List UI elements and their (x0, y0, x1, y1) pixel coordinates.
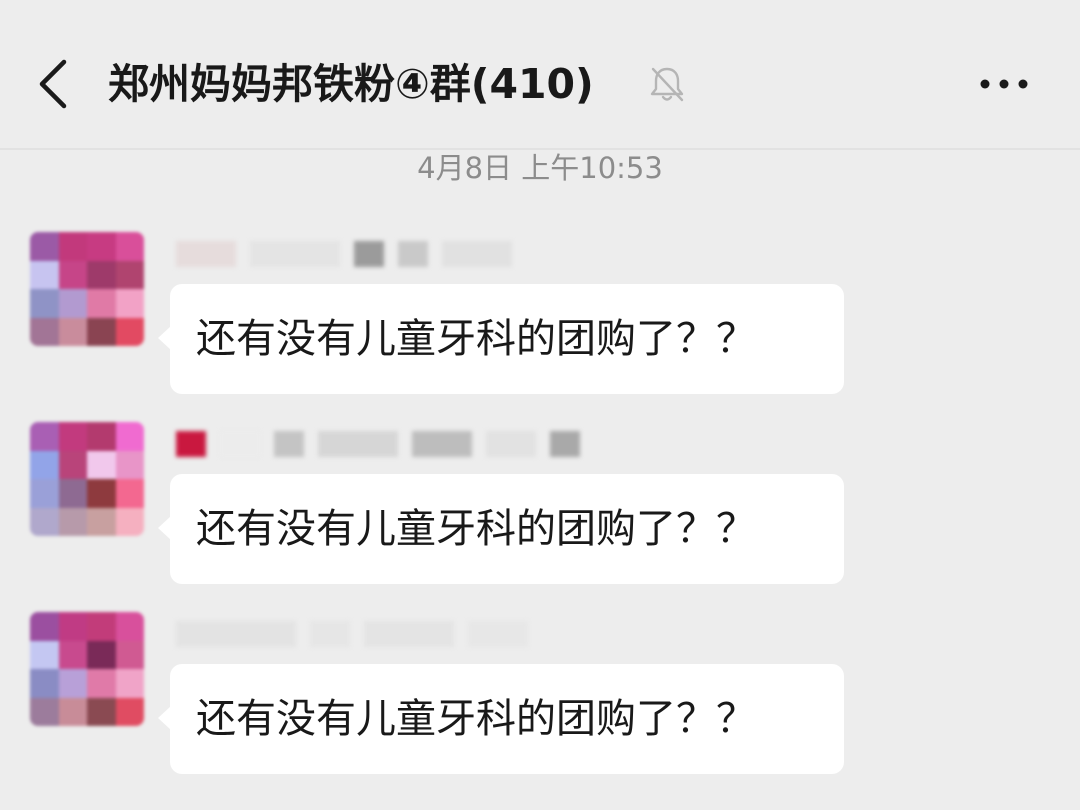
chat-screen: 郑州妈妈邦铁粉④群(410) 4月8日 上午10:53 还有没有儿童牙科的团购了… (0, 0, 1080, 810)
back-button[interactable] (30, 52, 80, 116)
chevron-left-icon (39, 59, 67, 109)
avatar[interactable] (30, 612, 144, 726)
chat-title: 郑州妈妈邦铁粉④群(410) (108, 60, 594, 108)
message-bubble[interactable]: 还有没有儿童牙科的团购了？？ (158, 664, 844, 774)
message-bubble[interactable]: 还有没有儿童牙科的团购了？？ (158, 474, 844, 584)
avatar[interactable] (30, 232, 144, 346)
message-text: 还有没有儿童牙科的团购了？？ (196, 506, 756, 552)
chat-header: 郑州妈妈邦铁粉④群(410) (0, 0, 1080, 150)
message-text: 还有没有儿童牙科的团购了？？ (196, 316, 756, 362)
message-timestamp: 4月8日 上午10:53 (417, 151, 663, 185)
sender-name-redacted (176, 234, 596, 274)
sender-name-redacted (176, 614, 596, 654)
message-text: 还有没有儿童牙科的团购了？？ (196, 696, 756, 742)
avatar[interactable] (30, 422, 144, 536)
more-horizontal-icon (980, 79, 1028, 89)
message-row: 还有没有儿童牙科的团购了？？ (0, 422, 1080, 592)
message-row: 还有没有儿童牙科的团购了？？ (0, 232, 1080, 402)
message-bubble[interactable]: 还有没有儿童牙科的团购了？？ (158, 284, 844, 394)
sender-name-redacted (176, 424, 596, 464)
message-row: 还有没有儿童牙科的团购了？？ (0, 612, 1080, 782)
more-button[interactable] (976, 60, 1032, 108)
bell-off-icon (648, 64, 686, 104)
